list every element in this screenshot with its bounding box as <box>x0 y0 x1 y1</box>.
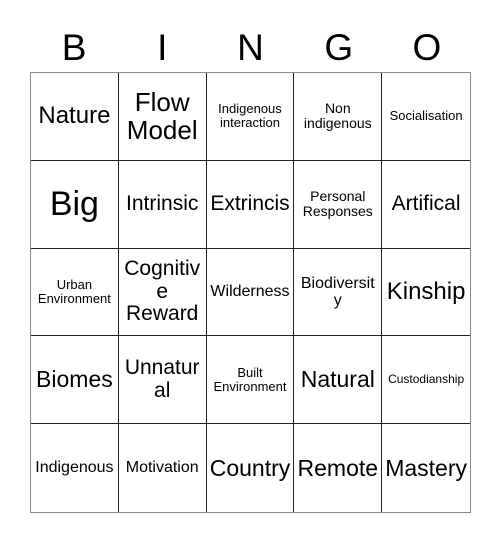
header-letter-g: G <box>324 26 354 68</box>
bingo-cell[interactable]: Cognitive Reward <box>118 248 207 337</box>
bingo-cell[interactable]: Intrinsic <box>118 160 207 249</box>
bingo-cell[interactable]: Urban Environment <box>31 248 119 337</box>
bingo-cell-label: Socialisation <box>389 108 463 124</box>
bingo-cell-label: Biomes <box>36 366 113 393</box>
bingo-cell[interactable]: Built Environment <box>206 336 295 425</box>
bingo-cell[interactable]: Indigenous interaction <box>206 73 295 161</box>
bingo-cell-label: Indigenous <box>35 459 114 477</box>
bingo-cell-label: Intrinsic <box>126 191 199 215</box>
bingo-cell-label: Flow Model <box>126 87 198 146</box>
bingo-cell-label: Extrincis <box>210 191 290 215</box>
bingo-cell[interactable]: Extrincis <box>206 160 295 249</box>
bingo-cell-label: Wilderness <box>210 283 290 301</box>
bingo-cell-label: Kinship <box>386 278 466 306</box>
bingo-cell[interactable]: Big <box>31 160 119 249</box>
bingo-cell[interactable]: Motivation <box>118 424 207 512</box>
bingo-cell[interactable]: Nature <box>31 73 119 161</box>
bingo-cell[interactable]: Remote <box>294 424 383 512</box>
bingo-cell-label: Indigenous interaction <box>218 101 282 131</box>
bingo-cell-label: Personal Responses <box>302 188 373 220</box>
bingo-header: B I N G O <box>30 22 471 72</box>
bingo-cell-label: Unnatural <box>124 356 200 402</box>
bingo-cell[interactable]: Indigenous <box>31 424 119 512</box>
header-letter-n: N <box>237 26 264 68</box>
bingo-cell[interactable]: Wilderness <box>206 248 295 337</box>
bingo-cell[interactable]: Kinship <box>382 248 470 337</box>
bingo-cell[interactable]: Biomes <box>31 336 119 425</box>
bingo-cell-label: Built Environment <box>213 364 287 394</box>
bingo-cell-label: Mastery <box>385 454 467 481</box>
bingo-cell-label: Motivation <box>125 459 199 477</box>
header-letter-o: O <box>412 26 442 68</box>
header-letter-b: B <box>61 26 87 68</box>
bingo-cell[interactable]: Biodiversity <box>294 248 383 337</box>
bingo-cell[interactable]: Flow Model <box>118 73 207 161</box>
bingo-cell-label: Country <box>209 454 291 481</box>
bingo-grid: Nature Flow Model Indigenous interaction… <box>30 72 471 513</box>
bingo-cell-label: Biodiversity <box>300 274 375 309</box>
bingo-cell-label: Artifical <box>391 191 461 215</box>
bingo-card: B I N G O Nature Flow Model Indigenous i… <box>0 0 500 544</box>
bingo-cell-label: Nature <box>38 102 111 130</box>
bingo-cell-label: Urban Environment <box>37 276 111 306</box>
bingo-cell[interactable]: Natural <box>294 336 383 425</box>
bingo-cell[interactable]: Mastery <box>382 424 470 512</box>
header-letter-i: I <box>157 26 168 68</box>
bingo-cell-label: Big <box>49 184 99 223</box>
bingo-cell[interactable]: Personal Responses <box>294 160 383 249</box>
bingo-cell[interactable]: Custodianship <box>382 336 470 425</box>
bingo-cell[interactable]: Socialisation <box>382 73 470 161</box>
bingo-cell[interactable]: Artifical <box>382 160 470 249</box>
bingo-cell-label: Remote <box>297 454 379 481</box>
bingo-cell-label: Custodianship <box>388 372 465 387</box>
bingo-cell[interactable]: Non indigenous <box>294 73 383 161</box>
bingo-cell-label: Natural <box>300 366 375 393</box>
bingo-cell[interactable]: Country <box>206 424 295 512</box>
bingo-cell-label: Non indigenous <box>303 100 372 132</box>
bingo-cell[interactable]: Unnatural <box>118 336 207 425</box>
bingo-cell-label: Cognitive Reward <box>124 256 201 326</box>
